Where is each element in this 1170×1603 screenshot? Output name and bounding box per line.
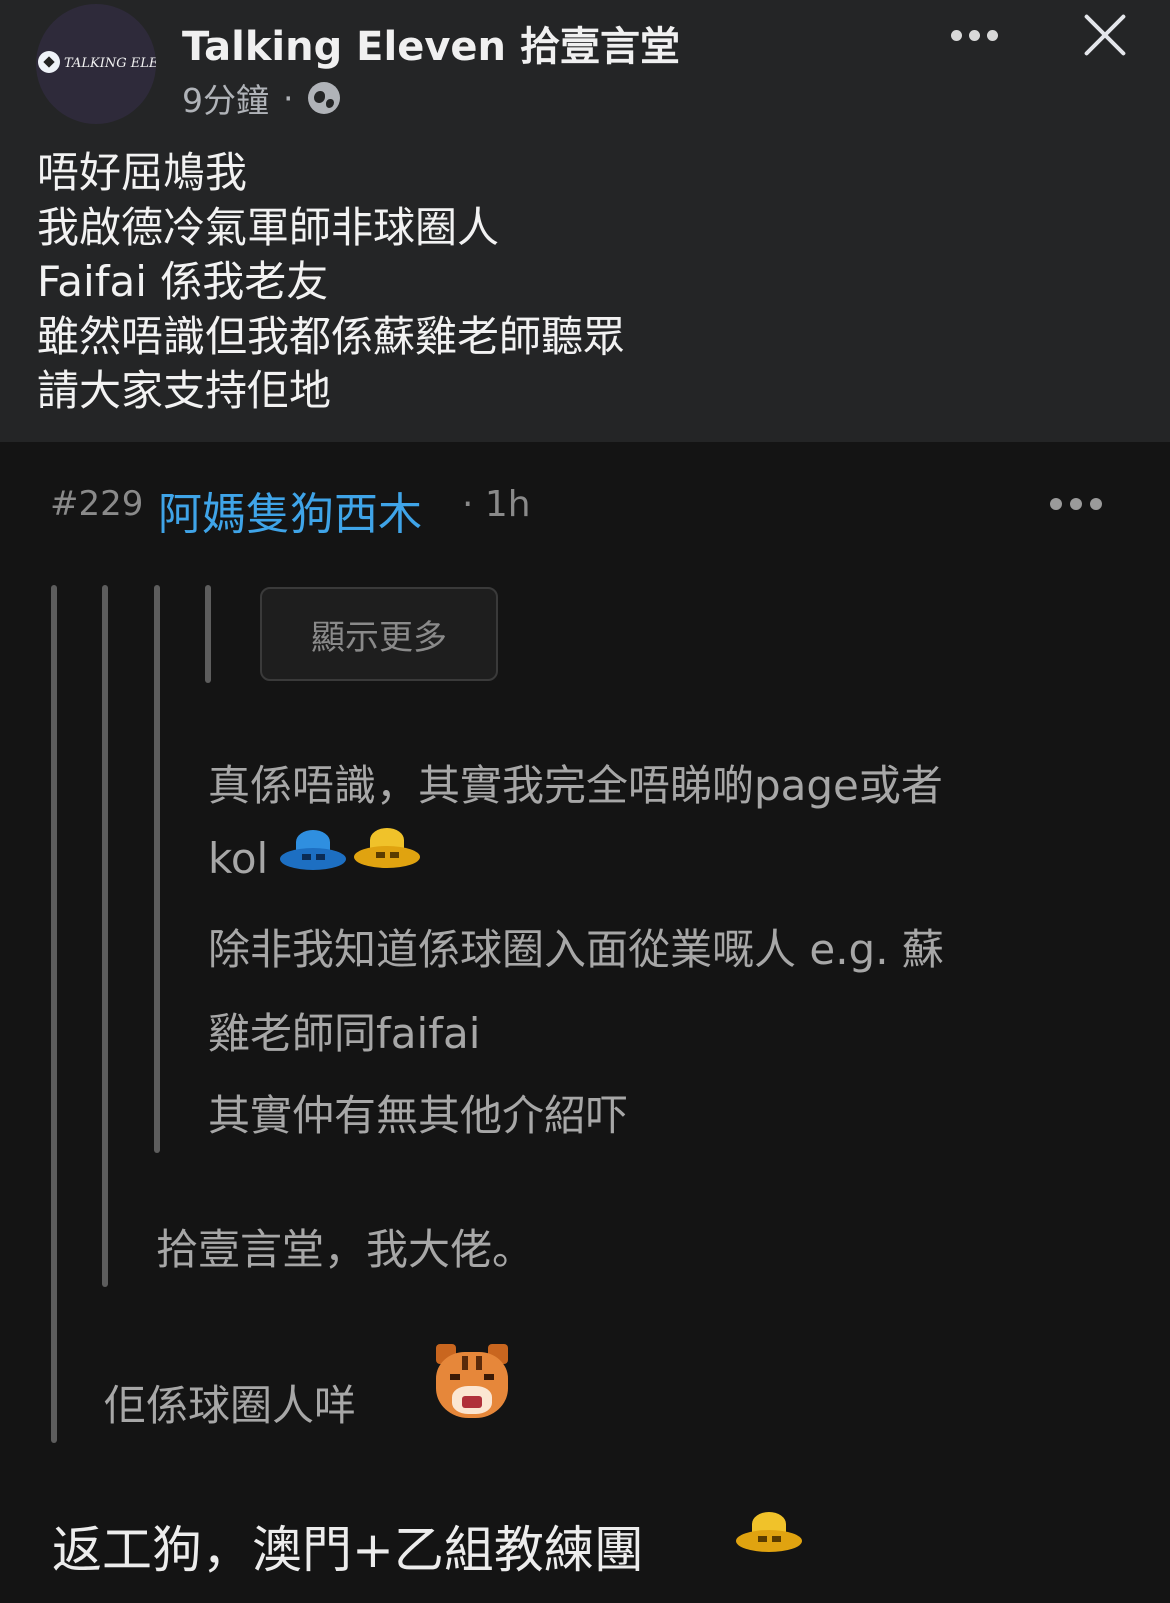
post-line: 請大家支持佢地 <box>37 366 332 415</box>
quote-bar-level4 <box>205 585 211 683</box>
page-avatar[interactable]: TALKING ELEVEN <box>36 4 156 124</box>
quote3-line: 真係唔識，其實我完全唔睇啲page或者 <box>208 761 943 810</box>
quote3-line: 其實仲有無其他介紹吓 <box>208 1091 629 1140</box>
quote-bar-level2 <box>102 585 108 1287</box>
ufo-blue-emoji <box>280 830 346 876</box>
quote2-text: 拾壹言堂，我大佬。 <box>156 1225 535 1274</box>
post-text: 唔好屈鳩我 我啟德冷氣軍師非球圈人 Faifai 係我老友 雖然唔識但我都係蘇雞… <box>37 146 625 419</box>
meta-separator: · <box>283 78 294 118</box>
post-line: 唔好屈鳩我 <box>37 148 248 197</box>
quote3-line: 雞老師同faifai <box>208 1009 481 1058</box>
post-meta: 9分鐘 · <box>182 74 340 122</box>
soccer-ball-icon <box>38 51 60 73</box>
close-icon[interactable] <box>1080 10 1130 60</box>
comment-time: · 1h <box>462 484 531 525</box>
post-line: 我啟德冷氣軍師非球圈人 <box>37 202 500 252</box>
globe-icon[interactable] <box>307 82 340 114</box>
ufo-yellow-emoji <box>354 828 420 874</box>
ufo-yellow-emoji <box>736 1512 802 1558</box>
quote-bar-level3 <box>154 585 160 1153</box>
post-line: Faifai 係我老友 <box>37 257 329 306</box>
page-name[interactable]: Talking Eleven 拾壹言堂 <box>182 14 680 72</box>
facebook-post: TALKING ELEVEN Talking Eleven 拾壹言堂 9分鐘 ·… <box>0 0 1170 442</box>
comment-more-icon[interactable] <box>1050 494 1110 514</box>
post-line: 雖然唔識但我都係蘇雞老師聽眾 <box>37 311 626 361</box>
quote3-line: kol <box>208 834 269 883</box>
reply-text: 返工狗，澳門+乙組教練團 <box>52 1521 644 1579</box>
quote1-text: 佢係球圈人咩 <box>104 1381 357 1430</box>
quote3-line: 除非我知道係球圈入面從業嘅人 e.g. 蘇 <box>208 925 944 974</box>
show-more-button[interactable]: 顯示更多 <box>260 587 498 681</box>
more-options-icon[interactable] <box>944 20 1004 50</box>
comment-number: #229 <box>50 484 144 524</box>
quote-bar-level1 <box>51 585 57 1443</box>
post-time: 9分鐘 <box>182 81 269 120</box>
comment-username[interactable]: 阿媽隻狗西木 <box>158 478 422 542</box>
tiger-emoji <box>432 1344 512 1422</box>
avatar-logo-text: TALKING ELEVEN <box>64 56 156 71</box>
